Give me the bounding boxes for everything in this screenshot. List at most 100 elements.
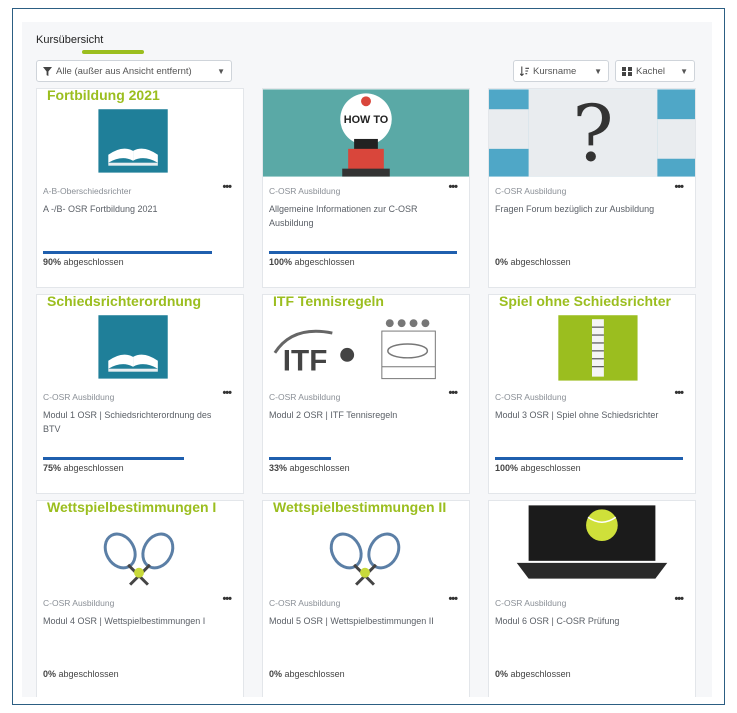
course-headline: ITF Tennisregeln xyxy=(273,294,384,309)
course-card[interactable]: Wettspielbestimmungen I C-OSR Ausbildung… xyxy=(36,500,244,697)
course-image[interactable] xyxy=(489,501,695,589)
svg-text:ITF: ITF xyxy=(283,345,328,378)
progress-fill xyxy=(269,457,332,460)
course-image[interactable]: ? xyxy=(489,89,695,177)
progress-value: 0% xyxy=(43,669,57,679)
course-category: C-OSR Ausbildung xyxy=(495,598,567,608)
course-card[interactable]: Wettspielbestimmungen II C-OSR Ausbildun… xyxy=(262,500,470,697)
course-name-link[interactable]: Allgemeine Informationen zur C-OSR Ausbi… xyxy=(269,202,444,230)
progress-label: 90% abgeschlossen xyxy=(43,257,124,267)
progress-text: abgeschlossen xyxy=(289,463,350,473)
course-card[interactable]: ITF ITF Tennisregeln C-OSR Ausbildung ••… xyxy=(262,294,470,494)
progress-bar xyxy=(43,663,231,666)
course-name-link[interactable]: Fragen Forum bezüglich zur Ausbildung xyxy=(495,202,670,216)
more-actions-icon[interactable]: ••• xyxy=(448,387,458,399)
more-actions-icon[interactable]: ••• xyxy=(448,181,458,193)
course-name-link[interactable]: Modul 4 OSR | Wettspielbestimmungen I xyxy=(43,614,218,628)
course-category: C-OSR Ausbildung xyxy=(495,392,567,402)
progress-fill xyxy=(43,251,213,254)
progress-value: 0% xyxy=(269,669,283,679)
filter-dropdown[interactable]: Alle (außer aus Ansicht entfernt) ▼ xyxy=(36,60,232,82)
more-actions-icon[interactable]: ••• xyxy=(674,387,684,399)
laptop-tennis-ball-image xyxy=(489,501,695,589)
progress-label: 0% abgeschlossen xyxy=(495,257,571,267)
progress-value: 0% xyxy=(495,257,509,267)
course-headline: Spiel ohne Schiedsrichter xyxy=(499,294,671,309)
progress-bar xyxy=(269,457,457,460)
progress-bar xyxy=(495,457,683,460)
progress-text: abgeschlossen xyxy=(284,669,345,679)
progress-fill xyxy=(495,457,683,460)
course-category: C-OSR Ausbildung xyxy=(269,392,341,402)
course-card[interactable]: HOW TO C-OSR Ausbildung ••• Allgemeine I… xyxy=(262,88,470,288)
view-dropdown[interactable]: Kachel ▼ xyxy=(615,60,695,82)
progress-fill xyxy=(43,457,184,460)
progress-label: 0% abgeschlossen xyxy=(495,669,571,679)
course-category: A-B-Oberschiedsrichter xyxy=(43,186,132,196)
more-actions-icon[interactable]: ••• xyxy=(448,593,458,605)
filter-label: Alle (außer aus Ansicht entfernt) xyxy=(56,65,192,77)
svg-text:HOW TO: HOW TO xyxy=(344,114,389,126)
progress-fill xyxy=(269,251,457,254)
sort-icon xyxy=(520,66,529,76)
progress-value: 100% xyxy=(269,257,293,267)
course-name-link[interactable]: Modul 6 OSR | C-OSR Prüfung xyxy=(495,614,670,628)
progress-text: abgeschlossen xyxy=(510,669,571,679)
course-category: C-OSR Ausbildung xyxy=(495,186,567,196)
progress-label: 100% abgeschlossen xyxy=(269,257,355,267)
progress-text: abgeschlossen xyxy=(58,669,119,679)
course-headline: Wettspielbestimmungen II xyxy=(273,500,447,515)
course-name-link[interactable]: A -/B- OSR Fortbildung 2021 xyxy=(43,202,218,216)
course-headline: Fortbildung 2021 xyxy=(47,88,160,103)
view-label: Kachel xyxy=(636,65,666,77)
chevron-down-icon: ▼ xyxy=(680,66,688,76)
chevron-down-icon: ▼ xyxy=(217,66,225,76)
progress-label: 100% abgeschlossen xyxy=(495,463,581,473)
more-actions-icon[interactable]: ••• xyxy=(674,181,684,193)
progress-bar xyxy=(495,251,683,254)
progress-label: 0% abgeschlossen xyxy=(269,669,345,679)
course-category: C-OSR Ausbildung xyxy=(269,186,341,196)
more-actions-icon[interactable]: ••• xyxy=(222,181,232,193)
progress-bar xyxy=(43,251,231,254)
progress-bar xyxy=(269,663,457,666)
course-category: C-OSR Ausbildung xyxy=(43,598,115,608)
progress-label: 75% abgeschlossen xyxy=(43,463,124,473)
section-title: Kursübersicht xyxy=(36,34,104,46)
progress-text: abgeschlossen xyxy=(63,463,124,473)
puzzle-question-image: ? xyxy=(489,89,695,177)
progress-label: 33% abgeschlossen xyxy=(269,463,350,473)
course-name-link[interactable]: Modul 5 OSR | Wettspielbestimmungen II xyxy=(269,614,444,628)
course-image[interactable]: HOW TO xyxy=(263,89,469,177)
course-headline: Wettspielbestimmungen I xyxy=(47,500,217,515)
course-category: C-OSR Ausbildung xyxy=(269,598,341,608)
progress-text: abgeschlossen xyxy=(294,257,355,267)
more-actions-icon[interactable]: ••• xyxy=(222,387,232,399)
filter-icon xyxy=(43,66,52,76)
course-card[interactable]: Schiedsrichterordnung C-OSR Ausbildung •… xyxy=(36,294,244,494)
progress-text: abgeschlossen xyxy=(63,257,124,267)
progress-label: 0% abgeschlossen xyxy=(43,669,119,679)
progress-value: 100% xyxy=(495,463,519,473)
progress-value: 90% xyxy=(43,257,62,267)
progress-bar xyxy=(43,457,231,460)
progress-bar xyxy=(269,251,457,254)
course-overview-panel: Kursübersicht Alle (außer aus Ansicht en… xyxy=(22,22,712,697)
svg-text:?: ? xyxy=(572,90,613,177)
chevron-down-icon: ▼ xyxy=(594,66,602,76)
sort-label: Kursname xyxy=(533,65,577,77)
course-name-link[interactable]: Modul 1 OSR | Schiedsrichterordnung des … xyxy=(43,408,218,436)
progress-text: abgeschlossen xyxy=(520,463,581,473)
course-card[interactable]: Fortbildung 2021 A-B-Oberschiedsrichter … xyxy=(36,88,244,288)
course-card[interactable]: Spiel ohne Schiedsrichter C-OSR Ausbildu… xyxy=(488,294,696,494)
sort-dropdown[interactable]: Kursname ▼ xyxy=(513,60,609,82)
course-name-link[interactable]: Modul 3 OSR | Spiel ohne Schiedsrichter xyxy=(495,408,670,422)
course-name-link[interactable]: Modul 2 OSR | ITF Tennisregeln xyxy=(269,408,444,422)
course-headline: Schiedsrichterordnung xyxy=(47,294,202,309)
more-actions-icon[interactable]: ••• xyxy=(674,593,684,605)
progress-text: abgeschlossen xyxy=(510,257,571,267)
progress-value: 0% xyxy=(495,669,509,679)
course-card[interactable]: ? C-OSR Ausbildung ••• Fragen Forum bezü… xyxy=(488,88,696,288)
more-actions-icon[interactable]: ••• xyxy=(222,593,232,605)
course-card[interactable]: C-OSR Ausbildung ••• Modul 6 OSR | C-OSR… xyxy=(488,500,696,697)
